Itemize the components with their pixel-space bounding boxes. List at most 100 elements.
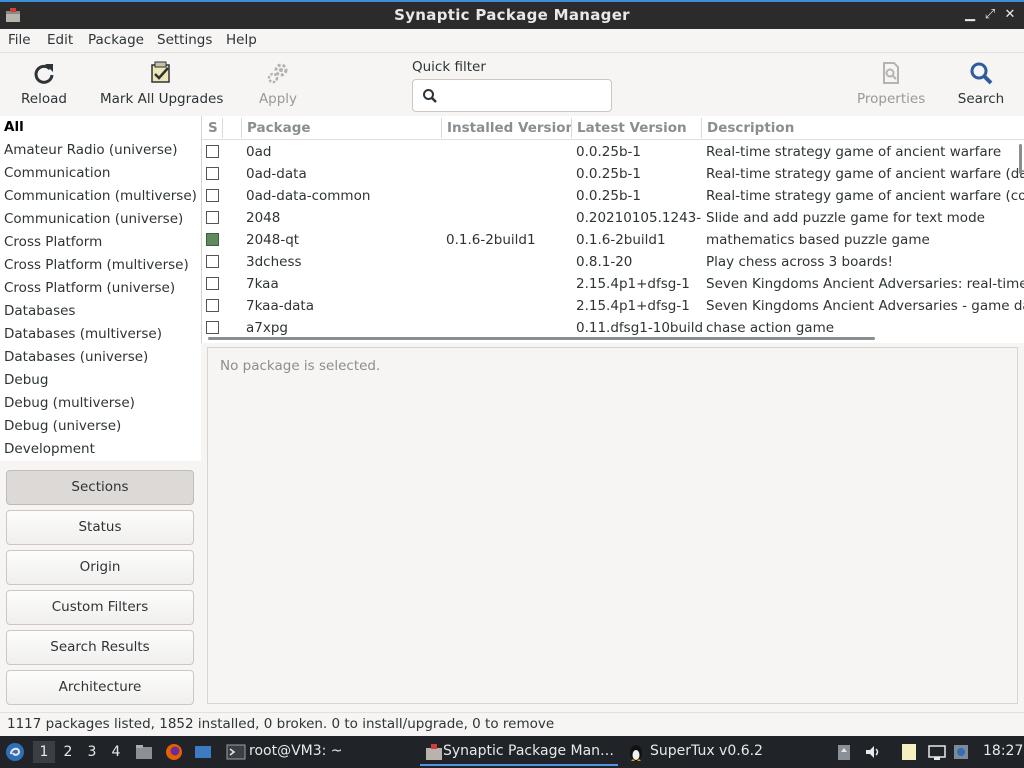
quick-filter-input[interactable]: [412, 79, 612, 112]
reload-button[interactable]: Reload: [20, 61, 68, 107]
package-checkbox[interactable]: [206, 189, 219, 202]
package-row[interactable]: 2048 0.20210105.1243-1 Slide and add puz…: [202, 207, 1024, 229]
package-name: 3dchess: [246, 254, 302, 270]
task-terminal[interactable]: root@VM3: ~: [222, 738, 402, 766]
package-checkbox[interactable]: [206, 321, 219, 334]
task-label: root@VM3: ~: [249, 743, 343, 759]
origin-filter-button[interactable]: Origin: [6, 550, 194, 585]
package-row[interactable]: 7kaa-data 2.15.4p1+dfsg-1 Seven Kingdoms…: [202, 295, 1024, 317]
section-item[interactable]: Cross Platform: [4, 234, 102, 250]
architecture-filter-button[interactable]: Architecture: [6, 670, 194, 705]
start-menu-icon[interactable]: [5, 742, 25, 762]
desktop-icon[interactable]: [193, 742, 213, 762]
package-checkbox[interactable]: [206, 277, 219, 290]
package-row[interactable]: a7xpg 0.11.dfsg1-10build5 chase action g…: [202, 317, 1024, 339]
clipboard-tray-icon[interactable]: [834, 742, 854, 762]
package-name: 2048: [246, 210, 281, 226]
latest-version: 0.0.25b-1: [576, 188, 641, 204]
search-results-button[interactable]: Search Results: [6, 630, 194, 665]
package-row[interactable]: 0ad-data-common 0.0.25b-1 Real-time stra…: [202, 185, 1024, 207]
column-description[interactable]: Description: [707, 120, 1024, 136]
package-row[interactable]: 3dchess 0.8.1-20 Play chess across 3 boa…: [202, 251, 1024, 273]
section-item[interactable]: Databases (multiverse): [4, 326, 162, 342]
task-synaptic[interactable]: Synaptic Package Man…: [420, 738, 618, 766]
package-name: 0ad: [246, 144, 272, 160]
section-item[interactable]: Communication: [4, 165, 110, 181]
window-title: Synaptic Package Manager: [394, 6, 630, 24]
package-list[interactable]: S Package Installed Version Latest Versi…: [201, 116, 1024, 343]
custom-filters-button[interactable]: Custom Filters: [6, 590, 194, 625]
mark-upgrades-icon: [151, 61, 170, 83]
package-checkbox[interactable]: [206, 299, 219, 312]
apply-button[interactable]: Apply: [255, 61, 301, 107]
vertical-scrollbar[interactable]: [1019, 144, 1022, 174]
workspace-4[interactable]: 4: [105, 741, 127, 763]
section-item[interactable]: Cross Platform (universe): [4, 280, 175, 296]
close-button[interactable]: ✕: [1000, 5, 1020, 25]
package-checkbox[interactable]: [206, 145, 219, 158]
package-name: 7kaa: [246, 276, 279, 292]
section-item[interactable]: Debug: [4, 372, 48, 388]
section-list[interactable]: All Amateur Radio (universe) Communicati…: [0, 116, 201, 461]
network-icon[interactable]: [927, 742, 947, 762]
section-item[interactable]: Debug (universe): [4, 418, 121, 434]
clock: 18:27: [983, 743, 1024, 759]
package-checkbox[interactable]: [206, 167, 219, 180]
menu-help[interactable]: Help: [226, 32, 257, 48]
section-item[interactable]: All: [4, 119, 24, 135]
taskbar: 1 2 3 4 root@VM3: ~ Synaptic Package Man…: [0, 736, 1024, 768]
package-row[interactable]: 2048-qt 0.1.6-2build1 0.1.6-2build1 math…: [202, 229, 1024, 251]
column-latest-version[interactable]: Latest Version: [577, 120, 701, 136]
search-icon: [970, 62, 993, 85]
status-filter-button[interactable]: Status: [6, 510, 194, 545]
package-name: 0ad-data: [246, 166, 307, 182]
menu-file[interactable]: File: [8, 32, 31, 48]
package-description: Real-time strategy game of ancient warfa…: [706, 166, 1024, 182]
minimize-button[interactable]: ▁: [960, 5, 980, 25]
section-item[interactable]: Cross Platform (multiverse): [4, 257, 189, 273]
maximize-button[interactable]: ⤢: [980, 5, 1000, 25]
mark-all-upgrades-button[interactable]: Mark All Upgrades: [100, 61, 223, 107]
sections-filter-button[interactable]: Sections: [6, 470, 194, 505]
horizontal-scrollbar[interactable]: [208, 337, 875, 340]
section-item[interactable]: Amateur Radio (universe): [4, 142, 177, 158]
window-titlebar[interactable]: Synaptic Package Manager ▁ ⤢ ✕: [0, 0, 1024, 29]
package-description: mathematics based puzzle game: [706, 232, 930, 248]
column-installed-version[interactable]: Installed Version: [447, 120, 571, 136]
section-item[interactable]: Communication (universe): [4, 211, 183, 227]
firefox-icon[interactable]: [164, 742, 184, 762]
toolbar: Reload Mark All Upgrades Apply Quick fil…: [0, 53, 1024, 116]
workspace-1[interactable]: 1: [33, 741, 55, 763]
package-row[interactable]: 7kaa 2.15.4p1+dfsg-1 Seven Kingdoms Anci…: [202, 273, 1024, 295]
package-row[interactable]: 0ad-data 0.0.25b-1 Real-time strategy ga…: [202, 163, 1024, 185]
task-supertux[interactable]: SuperTux v0.6.2: [624, 738, 794, 766]
properties-icon: [883, 62, 899, 84]
section-item[interactable]: Databases: [4, 303, 75, 319]
workspace-3[interactable]: 3: [81, 741, 103, 763]
column-status[interactable]: S: [208, 120, 222, 136]
section-item[interactable]: Databases (universe): [4, 349, 148, 365]
volume-icon[interactable]: [863, 742, 883, 762]
menu-edit[interactable]: Edit: [47, 32, 73, 48]
workspace-2[interactable]: 2: [57, 741, 79, 763]
properties-button[interactable]: Properties: [857, 61, 925, 107]
updates-icon[interactable]: [951, 742, 971, 762]
section-item[interactable]: Development: [4, 441, 95, 457]
package-checkbox[interactable]: [206, 211, 219, 224]
gears-icon: [267, 63, 288, 84]
section-item[interactable]: Debug (multiverse): [4, 395, 135, 411]
menu-settings[interactable]: Settings: [157, 32, 212, 48]
notes-icon[interactable]: [899, 742, 919, 762]
package-description: Seven Kingdoms Ancient Adversaries - gam…: [706, 298, 1024, 314]
menu-package[interactable]: Package: [88, 32, 144, 48]
column-package[interactable]: Package: [247, 120, 437, 136]
package-checkbox-installed[interactable]: [206, 233, 219, 246]
package-row[interactable]: 0ad 0.0.25b-1 Real-time strategy game of…: [202, 141, 1024, 163]
latest-version: 0.11.dfsg1-10build5: [576, 320, 702, 336]
latest-version: 2.15.4p1+dfsg-1: [576, 298, 690, 314]
file-manager-icon[interactable]: [134, 742, 154, 762]
section-item[interactable]: Communication (multiverse): [4, 188, 197, 204]
package-checkbox[interactable]: [206, 255, 219, 268]
reload-label: Reload: [21, 91, 67, 107]
search-button[interactable]: Search: [957, 61, 1005, 107]
